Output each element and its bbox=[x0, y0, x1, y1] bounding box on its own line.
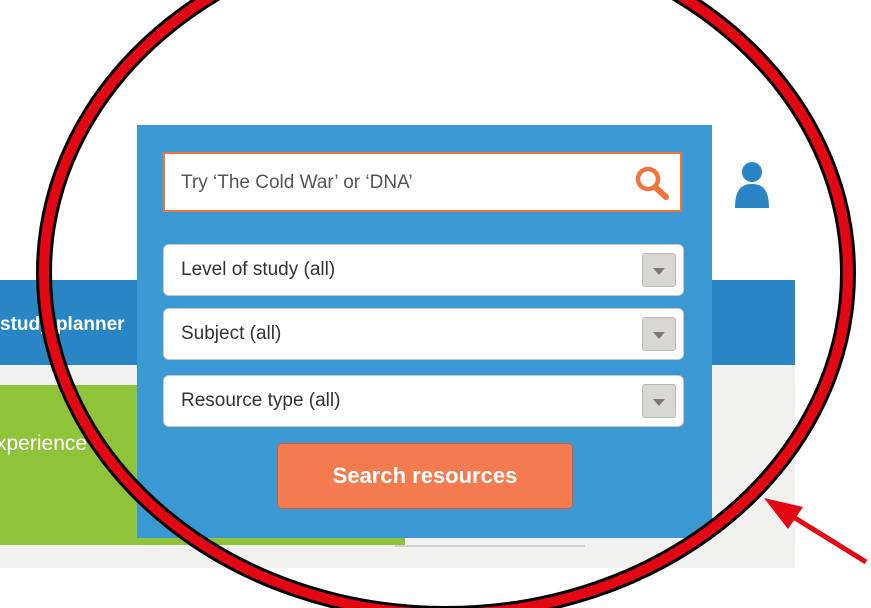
page: study planner Experience Level of study … bbox=[0, 0, 871, 608]
search-icon[interactable] bbox=[634, 166, 670, 200]
search-resources-button[interactable]: Search resources bbox=[277, 443, 573, 509]
subject-value: Subject (all) bbox=[181, 323, 282, 344]
arrow-shaft bbox=[793, 515, 868, 565]
chevron-down-icon[interactable] bbox=[642, 384, 676, 418]
chevron-down-icon[interactable] bbox=[642, 253, 676, 287]
level-of-study-select[interactable]: Level of study (all) bbox=[163, 244, 684, 296]
level-of-study-value: Level of study (all) bbox=[181, 259, 336, 280]
user-icon[interactable] bbox=[735, 162, 769, 208]
subject-select[interactable]: Subject (all) bbox=[163, 308, 684, 360]
nav-item-label: study planner bbox=[0, 314, 125, 335]
search-input[interactable] bbox=[179, 154, 623, 212]
nav-item-study-planner[interactable]: study planner bbox=[0, 314, 125, 336]
resource-type-select[interactable]: Resource type (all) bbox=[163, 375, 684, 427]
resource-type-value: Resource type (all) bbox=[181, 390, 341, 411]
divider bbox=[395, 545, 585, 547]
search-field[interactable] bbox=[163, 152, 682, 212]
chevron-down-icon[interactable] bbox=[642, 317, 676, 351]
promo-banner-text: Experience bbox=[0, 432, 88, 455]
search-panel: Level of study (all) Subject (all) Resou… bbox=[137, 125, 712, 538]
